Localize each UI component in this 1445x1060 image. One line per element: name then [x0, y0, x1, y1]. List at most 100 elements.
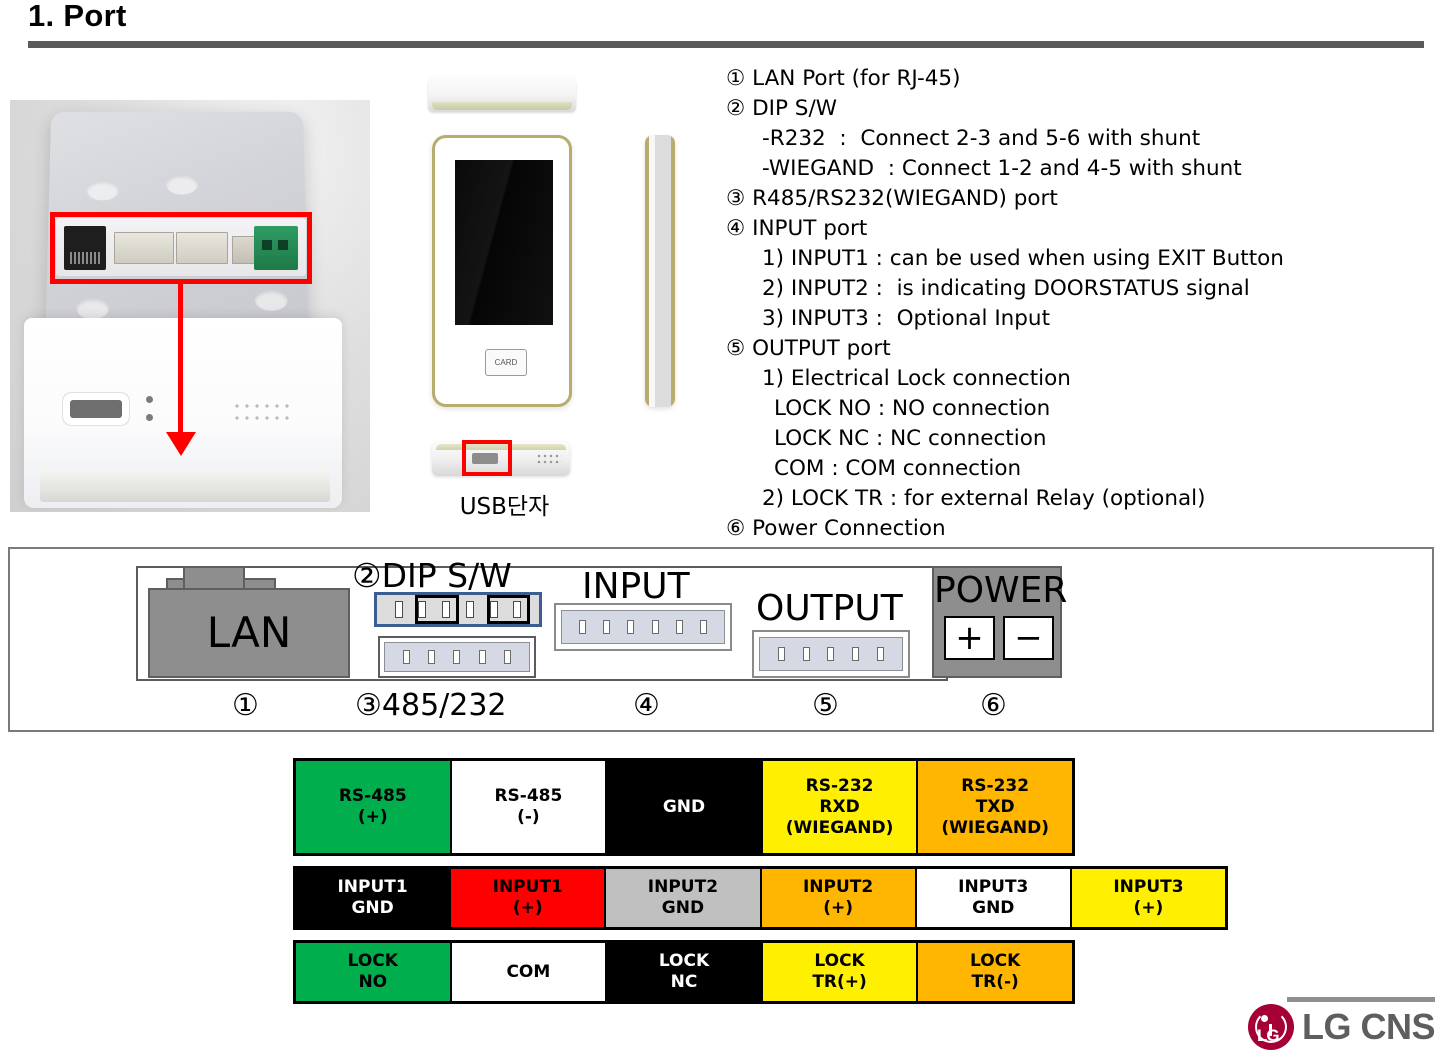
description-line: 1) Electrical Lock connection — [762, 366, 1071, 391]
pin-cell-line: (+) — [357, 807, 388, 827]
pin-cell-line: (WIEGAND) — [941, 817, 1050, 838]
description-line: ① LAN Port (for RJ-45) — [726, 66, 961, 91]
pin-cell: INPUT3 (+) — [1071, 869, 1226, 927]
pin-cell-line: (+) — [823, 898, 853, 918]
lg-eye-dot — [1260, 1015, 1268, 1022]
power-plus-terminal: + — [944, 616, 995, 660]
pin-cell-line: LOCK — [970, 951, 1021, 971]
pin-cell-line: INPUT3 — [1113, 877, 1184, 897]
pin-cell-line: RS-485 — [338, 786, 407, 806]
pin-input-2 — [603, 620, 611, 634]
power-terminals: + − — [944, 616, 1054, 660]
power-label: POWER — [934, 570, 1068, 611]
pin-output-5 — [877, 647, 885, 661]
pin-input-3 — [627, 620, 635, 634]
callout-arrow-line — [178, 284, 183, 439]
pin-cell-line: GND — [351, 898, 394, 918]
pin-table-output: LOCK NO COM LOCK NC LOCK TR(+) LOCK TR(-) — [293, 940, 1075, 1004]
dip-switch-label: ②DIP S/W — [352, 556, 512, 595]
description-line: 2) INPUT2 : is indicating DOORSTATUS sig… — [762, 276, 1250, 301]
pin-cell-line: INPUT2 — [802, 877, 874, 897]
pin-cell-line: LOCK — [347, 951, 398, 971]
pin-cell-line: (WIEGAND) — [785, 817, 894, 838]
pin-table-485-232: RS-485 (+) RS-485 (-) GND RS-232 RXD (WIEGAND) R… — [293, 758, 1075, 856]
input-port-label: INPUT — [582, 566, 690, 607]
pin-input-1 — [579, 620, 587, 634]
title-divider — [28, 41, 1424, 48]
diagram-callout-3: ④ — [633, 688, 660, 723]
lg-mark-text: LG — [1256, 1026, 1280, 1045]
diagram-callout-5: ⑥ — [980, 688, 1007, 723]
pin-cell: RS-232 RXD (WIEGAND) — [762, 761, 919, 853]
pin-output-1 — [777, 647, 785, 661]
usb-slot-photo — [70, 400, 122, 418]
pin-cell-line: INPUT3 — [958, 877, 1029, 897]
dip-shunt-1[interactable] — [415, 595, 460, 624]
description-line: ③ R485/RS232(WIEGAND) port — [726, 186, 1058, 211]
description-line: LOCK NC : NC connection — [774, 426, 1047, 451]
pin-cell-line: INPUT1 — [337, 877, 408, 897]
diagram-callout-4: ⑤ — [812, 688, 839, 723]
pin-485-5 — [503, 650, 511, 664]
power-connector[interactable]: POWER + − — [932, 566, 1068, 678]
pin-cell: LOCK TR(-) — [918, 943, 1072, 1001]
pin-cell-line: (+) — [512, 898, 543, 918]
screw-hole — [76, 298, 110, 320]
lg-cns-logo: LG LG CNS — [1247, 1004, 1436, 1050]
lan-label: LAN — [206, 608, 292, 657]
pin-cell: COM — [451, 943, 608, 1001]
dip-pin-1[interactable] — [394, 601, 403, 618]
pin-cell-line: INPUT2 — [647, 877, 719, 897]
dip-switch[interactable] — [374, 592, 542, 627]
product-display — [455, 160, 553, 325]
input-port[interactable] — [554, 603, 732, 651]
pin-output-2 — [802, 647, 810, 661]
pin-cell-line: RS-485 — [494, 786, 563, 806]
description-line: -R232 : Connect 2-3 and 5-6 with shunt — [762, 126, 1201, 151]
port-485-232[interactable] — [378, 636, 536, 678]
dip-shunt-2[interactable] — [486, 595, 531, 624]
pin-cell: RS-485 (-) — [451, 761, 608, 853]
pin-cell: RS-485 (+) — [296, 761, 452, 853]
pin-cell: GND — [607, 761, 763, 853]
pin-cell-line: GND — [661, 898, 705, 918]
device-bottom-strip — [40, 470, 330, 502]
pin-485-1 — [403, 650, 411, 664]
pin-cell: INPUT3 GND — [916, 869, 1072, 927]
card-reader-icon: CARD — [485, 349, 527, 376]
description-line: ⑥ Power Connection — [726, 516, 946, 541]
pin-cell-line: GND — [662, 796, 706, 817]
pin-cell-line: TR(+) — [812, 972, 867, 992]
rj45-latch — [183, 566, 245, 590]
pin-cell-line: NC — [670, 972, 698, 992]
input-port-pins — [561, 610, 725, 644]
pin-cell: RS-232 TXD (WIEGAND) — [918, 761, 1072, 853]
pin-cell: INPUT2 GND — [606, 869, 762, 927]
pin-input-5 — [675, 620, 683, 634]
pin-cell-line: RS-232 — [805, 775, 874, 796]
power-minus-terminal: − — [1003, 616, 1054, 660]
output-port-pins — [759, 637, 903, 671]
lg-brand-mark-icon: LG — [1247, 1004, 1294, 1050]
diagram-callout-numbers: ① ③485/232 ④ ⑤ ⑥ — [0, 688, 1445, 728]
led-indicator — [146, 396, 153, 403]
pin-cell-line: RXD — [819, 796, 860, 817]
description-line: LOCK NO : NO connection — [774, 396, 1051, 421]
pin-cell: LOCK NC — [607, 943, 763, 1001]
output-port-label: OUTPUT — [756, 588, 903, 629]
pin-input-4 — [651, 620, 659, 634]
output-port[interactable] — [752, 630, 910, 678]
pin-input-6 — [699, 620, 707, 634]
callout-arrow-head — [166, 432, 196, 456]
pin-cell-line: LOCK — [658, 951, 710, 971]
pin-cell-line: TXD — [975, 796, 1015, 817]
dip-pin-4[interactable] — [465, 601, 474, 618]
pin-485-3 — [453, 650, 461, 664]
pin-cell-line: LOCK — [814, 951, 865, 971]
pin-cell-line: INPUT1 — [492, 877, 563, 897]
connector-highlight-box — [50, 212, 312, 284]
device-rear-photo — [10, 100, 370, 512]
diagram-callout-1: ① — [232, 688, 259, 723]
screw-hole — [254, 290, 288, 311]
port-description-list: ① LAN Port (for RJ-45) ② DIP S/W -R232 : C… — [726, 64, 1426, 544]
